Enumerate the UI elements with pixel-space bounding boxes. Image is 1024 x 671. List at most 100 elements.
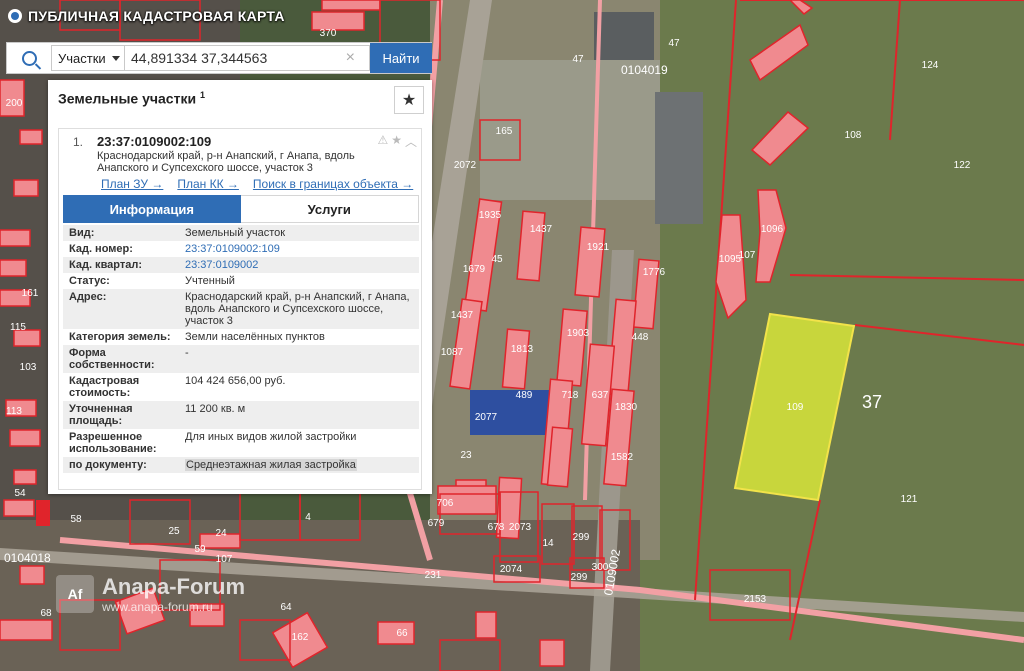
tab-services[interactable]: Услуги — [240, 195, 419, 223]
info-row: Категория земель: Земли населённых пункто… — [63, 329, 419, 345]
results-panel: Земельные участки 1 ★ 1. 23:37:0109002:1… — [48, 80, 432, 494]
quarter-label: 0104018 — [4, 551, 51, 565]
parcel-label: 678 — [488, 522, 505, 533]
search-type-select[interactable]: Участки — [51, 45, 125, 71]
plan-zu-link[interactable]: План ЗУ → — [101, 177, 163, 191]
info-value: Для иных видов жилой застройки — [185, 431, 357, 443]
parcel-label: 1903 — [567, 328, 590, 339]
search-input[interactable] — [125, 45, 370, 71]
parcel-label: 1095 — [719, 254, 742, 265]
parcel-label: 59 — [194, 544, 206, 555]
parcel-label: 448 — [632, 332, 649, 343]
parcel-label: 231 — [425, 570, 442, 581]
info-key: Категория земель: — [69, 331, 171, 343]
parcel-label: 165 — [496, 126, 513, 137]
info-value: 11 200 кв. м — [179, 401, 419, 429]
chevron-up-icon[interactable]: ︿ — [405, 133, 417, 150]
parcel-label: 718 — [562, 390, 579, 401]
parcel-label: 107 — [216, 554, 233, 565]
parcel-label: 23 — [460, 450, 472, 461]
parcel-label: 1437 — [530, 224, 553, 235]
parcel-label: 1813 — [511, 344, 534, 355]
app-title: ПУБЛИЧНАЯ КАДАСТРОВАЯ КАРТА — [8, 6, 285, 26]
parcel-label: 25 — [168, 526, 180, 537]
rosreestr-logo-icon — [8, 9, 22, 23]
info-row: Адрес: Краснодарский край, р-н Анапский, … — [63, 289, 419, 329]
info-key: Разрешенное использование: — [69, 431, 157, 455]
parcel-label: 115 — [10, 322, 26, 333]
parcel-label: 14 — [542, 538, 554, 549]
quarter-label: 0104019 — [621, 63, 668, 77]
panel-title: Земельные участки 1 — [58, 90, 205, 107]
parcel-label: 1679 — [463, 264, 486, 275]
parcel-label: 161 — [22, 288, 39, 299]
warning-icon[interactable]: ⚠ — [377, 133, 388, 150]
info-key: Статус: — [69, 275, 110, 287]
star-icon[interactable]: ★ — [391, 133, 402, 150]
parcel-label: 1921 — [587, 242, 610, 253]
result-links: План ЗУ → План КК → Поиск в границах объ… — [101, 177, 413, 191]
info-row: Уточненная площадь: 11 200 кв. м — [63, 401, 419, 429]
tab-information[interactable]: Информация — [63, 195, 241, 223]
info-row: Кад. квартал: 23:37:0109002 — [63, 257, 419, 273]
result-address: Краснодарский край, р-н Анапский, г Анап… — [97, 150, 355, 174]
result-card[interactable]: 1. 23:37:0109002:109 ⚠ ★ ︿ Краснодарский… — [58, 128, 422, 490]
info-row: Разрешенное использование: Для иных видов… — [63, 429, 419, 457]
parcel-label: 162 — [292, 632, 309, 643]
parcel-label: 66 — [396, 628, 408, 639]
parcel-label: 1087 — [441, 347, 464, 358]
card-icons: ⚠ ★ ︿ — [377, 133, 417, 150]
info-key: Кад. квартал: — [63, 257, 179, 273]
parcel-label: 1437 — [451, 310, 474, 321]
info-key: по документу: — [63, 457, 179, 473]
info-key: Кад. номер: — [69, 243, 133, 255]
parcel-label: 1582 — [611, 452, 634, 463]
clear-icon[interactable]: × — [346, 49, 355, 67]
panel-title-text: Земельные участки — [58, 90, 197, 107]
parcel-label: 2153 — [744, 594, 767, 605]
parcel-label: 299 — [573, 532, 590, 543]
parcel-label: 2072 — [454, 160, 477, 171]
info-value: 104 424 656,00 руб. — [185, 375, 286, 387]
favorite-star-icon[interactable]: ★ — [394, 86, 424, 114]
search-within-object-link[interactable]: Поиск в границах объекта → — [253, 177, 413, 191]
info-value: - — [179, 345, 419, 373]
info-value: Краснодарский край, р-н Анапский, г Анап… — [179, 289, 419, 329]
info-row: Форма собственности: - — [63, 345, 419, 373]
parcel-label: 2074 — [500, 564, 523, 575]
parcel-label: 489 — [516, 390, 533, 401]
find-button[interactable]: Найти — [370, 43, 432, 73]
info-table: Вид: Земельный участок Кад. номер: 23:37:0… — [63, 225, 419, 473]
parcel-label: 109 — [787, 402, 804, 413]
parcel-label: 2077 — [475, 412, 498, 423]
parcel-label: 47 — [572, 54, 584, 65]
info-row: Кадастровая стоимость: 104 424 656,00 руб… — [63, 373, 419, 401]
parcel-label: 370 — [320, 28, 337, 39]
parcel-label: 58 — [70, 514, 82, 525]
parcel-label: 45 — [491, 254, 503, 265]
chevron-down-icon — [111, 55, 120, 61]
info-row: Кад. номер: 23:37:0109002:109 — [63, 241, 419, 257]
parcel-label: 68 — [40, 608, 52, 619]
parcel-label: 24 — [215, 528, 227, 539]
app-title-text: ПУБЛИЧНАЯ КАДАСТРОВАЯ КАРТА — [28, 8, 285, 24]
info-key: Адрес: — [63, 289, 179, 329]
plan-kk-link[interactable]: План КК → — [177, 177, 239, 191]
result-cadastral-number: 23:37:0109002:109 — [97, 134, 212, 149]
parcel-label: 108 — [845, 130, 862, 141]
parcel-label: 64 — [280, 602, 292, 613]
parcel-label: 4 — [305, 512, 311, 523]
search-icon[interactable] — [7, 43, 51, 73]
result-tabs: Информация Услуги — [63, 195, 419, 223]
parcel-label: 637 — [592, 390, 609, 401]
parcel-label: 121 — [901, 494, 918, 505]
parcel-label: 124 — [922, 60, 939, 71]
parcel-label: 1776 — [643, 267, 666, 278]
cadastral-quarter-link[interactable]: 23:37:0109002 — [179, 257, 419, 273]
parcel-label: 299 — [571, 572, 588, 583]
parcel-label: 103 — [20, 362, 37, 373]
parcel-label: 113 — [6, 406, 22, 417]
info-value: Земельный участок — [179, 225, 419, 241]
cadastral-number-link[interactable]: 23:37:0109002:109 — [179, 241, 419, 257]
info-key: Кадастровая стоимость: — [69, 375, 140, 399]
